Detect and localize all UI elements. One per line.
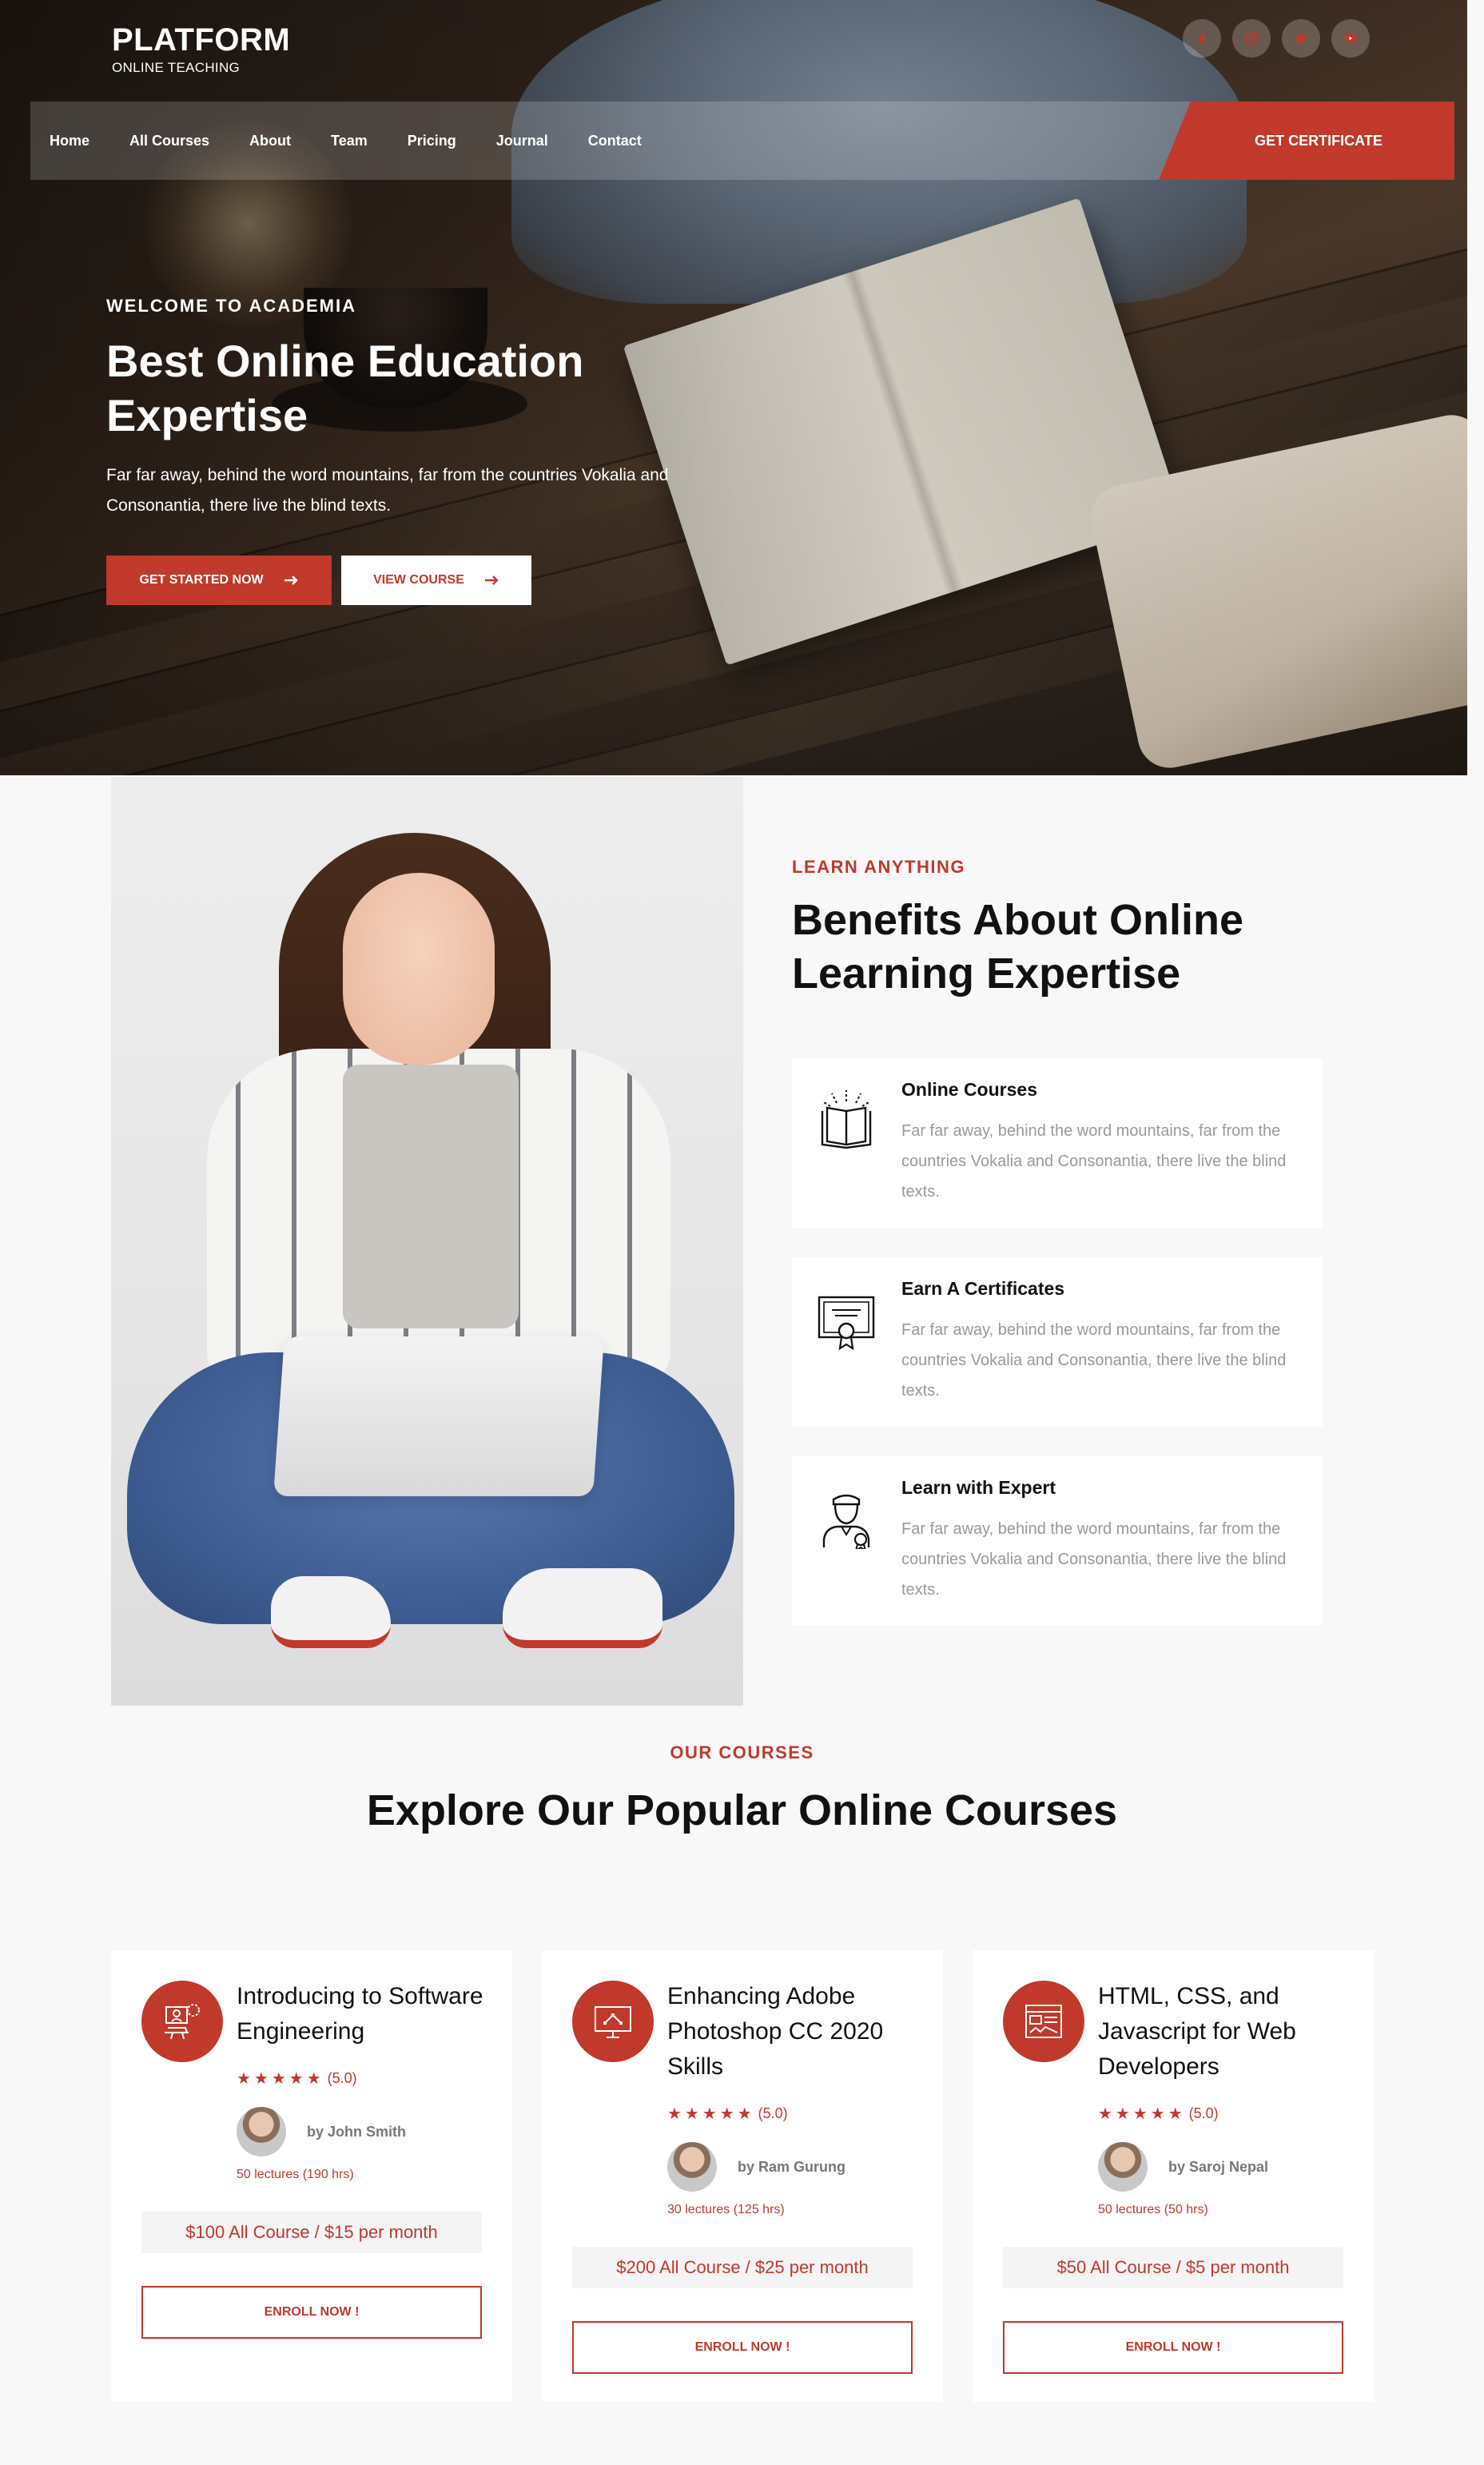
photo-tank-top	[343, 1065, 519, 1328]
social-links	[1183, 19, 1370, 58]
star-rating-icon: ★★★★★	[667, 2105, 755, 2123]
enroll-button[interactable]: ENROLL NOW !	[572, 2321, 913, 2374]
view-course-label: VIEW COURSE	[373, 573, 464, 587]
course-card[interactable]: HTML, CSS, and Javascript for Web Develo…	[973, 1950, 1374, 2402]
hero-buttons: GET STARTED NOW VIEW COURSE	[106, 556, 531, 605]
hero-title: Best Online Education Expertise	[106, 336, 584, 440]
photo-face	[343, 873, 495, 1065]
course-title[interactable]: HTML, CSS, and Javascript for Web Develo…	[1098, 1979, 1354, 2085]
course-icon-badge	[141, 1981, 223, 2062]
course-author: by Saroj Nepal	[1098, 2142, 1268, 2192]
avatar	[1098, 2142, 1148, 2192]
youtube-icon[interactable]	[1331, 19, 1370, 58]
course-lectures: 50 lectures (190 hrs)	[237, 2168, 354, 2181]
enroll-button[interactable]: ENROLL NOW !	[1003, 2321, 1343, 2374]
photo-shoe-right	[503, 1568, 662, 1648]
rating-value: (5.0)	[758, 2105, 788, 2121]
feature-title: Online Courses	[901, 1079, 1037, 1100]
course-title[interactable]: Enhancing Adobe Photoshop CC 2020 Skills	[667, 1979, 923, 2085]
course-rating: ★★★★★ (5.0)	[667, 2104, 788, 2124]
rating-value: (5.0)	[327, 2070, 357, 2086]
enroll-button[interactable]: ENROLL NOW !	[141, 2286, 482, 2339]
avatar	[237, 2107, 286, 2156]
instagram-icon[interactable]	[1232, 19, 1271, 58]
course-author: by John Smith	[237, 2107, 406, 2156]
open-book-icon	[821, 1090, 872, 1149]
nav-item-all-courses[interactable]: All Courses	[129, 133, 209, 149]
course-title[interactable]: Introducing to Software Engineering	[237, 1979, 492, 2049]
course-price: $50 All Course / $5 per month	[1003, 2247, 1343, 2288]
arrow-right-icon	[284, 575, 298, 585]
nav-links: Home All Courses About Team Pricing Jour…	[50, 102, 682, 180]
certificate-icon	[818, 1296, 875, 1350]
photo-laptop	[273, 1336, 604, 1496]
feature-text: Far far away, behind the word mountains,…	[901, 1321, 1287, 1400]
feature-title: Learn with Expert	[901, 1477, 1056, 1498]
course-author: by Ram Gurung	[667, 2142, 845, 2192]
course-rating: ★★★★★ (5.0)	[1098, 2104, 1219, 2124]
arrow-right-icon	[484, 575, 499, 585]
facebook-icon[interactable]	[1183, 19, 1221, 58]
web-code-icon	[1025, 2005, 1062, 2038]
nav-item-team[interactable]: Team	[331, 133, 368, 149]
feature-card: Earn A Certificates Far far away, behind…	[792, 1257, 1323, 1427]
benefits-heading: LEARN ANYTHING Benefits About Online Lea…	[792, 857, 1351, 1001]
expert-teacher-icon	[822, 1494, 870, 1549]
student-photo	[111, 777, 743, 1706]
feature-title: Earn A Certificates	[901, 1278, 1065, 1299]
nav-item-pricing[interactable]: Pricing	[408, 133, 456, 149]
benefits-title: Benefits About Online Learning Expertise	[792, 896, 1243, 998]
course-lectures: 50 lectures (50 hrs)	[1098, 2203, 1208, 2216]
course-card[interactable]: Introducing to Software Engineering ★★★★…	[111, 1950, 512, 2402]
courses-heading: OUR COURSES Explore Our Popular Online C…	[0, 1742, 1484, 1835]
star-rating-icon: ★★★★★	[1098, 2105, 1186, 2123]
nav-item-contact[interactable]: Contact	[588, 133, 642, 149]
author-name: by Ram Gurung	[738, 2158, 846, 2175]
star-rating-icon: ★★★★★	[237, 2070, 324, 2088]
courses-title: Explore Our Popular Online Courses	[366, 1786, 1118, 1834]
design-monitor-icon	[595, 2006, 631, 2038]
benefits-kicker: LEARN ANYTHING	[792, 857, 965, 877]
course-icon-badge	[1003, 1981, 1084, 2062]
avatar	[667, 2142, 717, 2192]
nav-item-journal[interactable]: Journal	[496, 133, 548, 149]
feature-text: Far far away, behind the word mountains,…	[901, 1122, 1287, 1201]
twitter-icon[interactable]	[1282, 19, 1320, 58]
course-lectures: 30 lectures (125 hrs)	[667, 2203, 785, 2216]
course-price: $200 All Course / $25 per month	[572, 2247, 913, 2288]
brand-name[interactable]: PLATFORM	[112, 22, 290, 58]
nav-item-home[interactable]: Home	[50, 133, 90, 149]
course-price: $100 All Course / $15 per month	[141, 2212, 482, 2253]
course-rating: ★★★★★ (5.0)	[237, 2069, 357, 2089]
hero-content: WELCOME TO ACADEMIA Best Online Educatio…	[106, 296, 762, 521]
get-started-label: GET STARTED NOW	[139, 573, 264, 587]
photo-shoe-left	[271, 1576, 391, 1648]
brand-tagline: ONLINE TEACHING	[112, 60, 241, 75]
get-certificate-button[interactable]: GET CERTIFICATE	[1159, 102, 1454, 180]
rating-value: (5.0)	[1188, 2105, 1219, 2121]
hero-text: Far far away, behind the word mountains,…	[106, 466, 669, 515]
feature-text: Far far away, behind the word mountains,…	[901, 1520, 1287, 1599]
course-card[interactable]: Enhancing Adobe Photoshop CC 2020 Skills…	[542, 1950, 943, 2402]
site-logo[interactable]: PLATFORM ONLINE TEACHING	[112, 22, 290, 76]
course-icon-badge	[572, 1981, 654, 2062]
nav-item-about[interactable]: About	[249, 133, 291, 149]
view-course-button[interactable]: VIEW COURSE	[341, 556, 531, 605]
engineering-icon	[165, 2004, 200, 2040]
hero-kicker: WELCOME TO ACADEMIA	[106, 296, 356, 316]
feature-card: Learn with Expert Far far away, behind t…	[792, 1456, 1323, 1626]
author-name: by Saroj Nepal	[1168, 2158, 1269, 2175]
get-started-button[interactable]: GET STARTED NOW	[106, 556, 332, 605]
courses-kicker: OUR COURSES	[670, 1742, 814, 1762]
author-name: by John Smith	[307, 2123, 407, 2140]
feature-card: Online Courses Far far away, behind the …	[792, 1058, 1323, 1228]
